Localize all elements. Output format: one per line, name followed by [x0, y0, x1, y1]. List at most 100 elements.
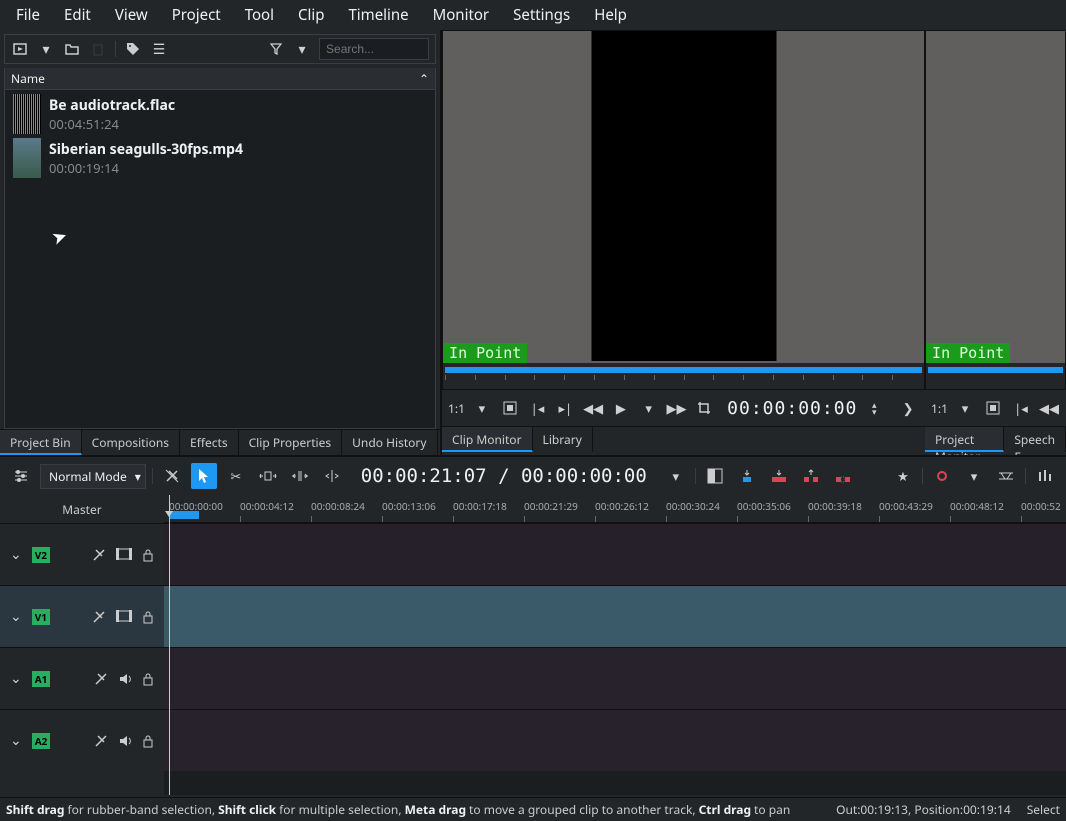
- favorite-icon[interactable]: ★: [890, 463, 916, 489]
- next-icon[interactable]: ❯: [897, 397, 919, 419]
- mute-icon[interactable]: [118, 672, 132, 686]
- menu-edit[interactable]: Edit: [52, 0, 103, 30]
- spinner-icon[interactable]: ▴▾: [863, 397, 885, 419]
- fullscreen-icon[interactable]: [982, 397, 1004, 419]
- tab-effects[interactable]: Effects: [180, 430, 239, 455]
- menu-settings[interactable]: Settings: [501, 0, 582, 30]
- tab-clip-properties[interactable]: Clip Properties: [239, 430, 343, 455]
- timeline-settings-icon[interactable]: [8, 463, 34, 489]
- ratio-label[interactable]: 1:1: [448, 397, 465, 419]
- menu-help[interactable]: Help: [582, 0, 639, 30]
- track-v2[interactable]: [164, 523, 1066, 585]
- master-label[interactable]: Master: [0, 495, 164, 523]
- crop-icon[interactable]: [693, 397, 715, 419]
- dropdown-icon[interactable]: ▾: [954, 397, 976, 419]
- search-input[interactable]: [319, 38, 429, 60]
- delete-icon[interactable]: [89, 40, 107, 58]
- go-start-icon[interactable]: |◂: [1010, 397, 1032, 419]
- visible-icon[interactable]: [116, 610, 132, 624]
- track-a2[interactable]: [164, 709, 1066, 771]
- effects-icon[interactable]: [94, 734, 108, 748]
- monitor-ruler[interactable]: [926, 363, 1065, 389]
- dropdown-icon[interactable]: ▾: [471, 397, 493, 419]
- forward-icon[interactable]: ▶▶: [666, 397, 688, 419]
- clip-monitor[interactable]: In Point: [442, 30, 925, 390]
- lift-icon[interactable]: [830, 463, 856, 489]
- effects-icon[interactable]: [92, 610, 106, 624]
- sort-icon[interactable]: ⌃: [419, 70, 429, 87]
- fit-tool-icon[interactable]: [287, 463, 313, 489]
- list-icon[interactable]: ☰: [150, 40, 168, 58]
- select-tool-icon[interactable]: [191, 463, 217, 489]
- audio-mixer-icon[interactable]: [1032, 463, 1058, 489]
- lock-icon[interactable]: [142, 610, 154, 624]
- insert-icon[interactable]: [734, 463, 760, 489]
- timeline-tracks[interactable]: 00:00:00:0000:00:04:1200:00:08:2400:00:1…: [164, 495, 1066, 795]
- dropdown-icon[interactable]: ▾: [293, 40, 311, 58]
- dropdown-icon[interactable]: ▾: [37, 40, 55, 58]
- menu-view[interactable]: View: [103, 0, 160, 30]
- lock-icon[interactable]: [142, 548, 154, 562]
- lock-icon[interactable]: [142, 734, 154, 748]
- spacer-tool-icon[interactable]: [255, 463, 281, 489]
- track-header-a2[interactable]: ⌄ A2: [0, 709, 164, 771]
- add-clip-icon[interactable]: [11, 40, 29, 58]
- edit-mode-select[interactable]: Normal Mode: [40, 464, 146, 489]
- overwrite-icon[interactable]: [766, 463, 792, 489]
- menu-file[interactable]: File: [4, 0, 52, 30]
- monitor-ruler[interactable]: [443, 363, 924, 389]
- record-icon[interactable]: [929, 463, 955, 489]
- timeline-position[interactable]: 00:00:21:07 / 00:00:00:00: [361, 465, 647, 487]
- dropdown-icon[interactable]: ▾: [663, 463, 689, 489]
- tab-compositions[interactable]: Compositions: [82, 430, 180, 455]
- track-v1[interactable]: [164, 585, 1066, 647]
- tab-library[interactable]: Library: [533, 427, 593, 452]
- disable-effects-icon[interactable]: [159, 463, 185, 489]
- dropdown-icon[interactable]: ▾: [638, 397, 660, 419]
- tab-clip-monitor[interactable]: Clip Monitor: [442, 427, 532, 452]
- track-header-v2[interactable]: ⌄ V2: [0, 523, 164, 585]
- rewind-icon[interactable]: ◀◀: [1038, 397, 1060, 419]
- zone-bar[interactable]: [169, 511, 199, 519]
- expand-icon[interactable]: ⌄: [10, 607, 22, 626]
- expand-icon[interactable]: ⌄: [10, 731, 22, 750]
- expand-icon[interactable]: ⌄: [10, 669, 22, 688]
- visible-icon[interactable]: [116, 548, 132, 562]
- ratio-label[interactable]: 1:1: [931, 397, 948, 419]
- extract-icon[interactable]: [798, 463, 824, 489]
- ripple-tool-icon[interactable]: [319, 463, 345, 489]
- mute-icon[interactable]: [118, 734, 132, 748]
- lock-icon[interactable]: [142, 672, 154, 686]
- project-monitor[interactable]: In Point: [925, 30, 1066, 390]
- timeline-ruler[interactable]: 00:00:00:0000:00:04:1200:00:08:2400:00:1…: [164, 495, 1066, 523]
- tab-project-monitor[interactable]: Project Monitor: [925, 427, 1004, 452]
- folder-icon[interactable]: [63, 40, 81, 58]
- preview-icon[interactable]: [993, 463, 1019, 489]
- menu-project[interactable]: Project: [160, 0, 233, 30]
- effects-icon[interactable]: [92, 548, 106, 562]
- mix-icon[interactable]: [702, 463, 728, 489]
- list-item[interactable]: Siberian seagulls-30fps.mp4 00:00:19:14: [7, 136, 433, 180]
- filter-icon[interactable]: [267, 40, 285, 58]
- playhead[interactable]: [169, 495, 170, 795]
- tag-icon[interactable]: [124, 40, 142, 58]
- track-header-v1[interactable]: ⌄ V1: [0, 585, 164, 647]
- bin-list[interactable]: Be audiotrack.flac 00:04:51:24 Siberian …: [4, 90, 436, 429]
- menu-monitor[interactable]: Monitor: [421, 0, 502, 30]
- tab-project-bin[interactable]: Project Bin: [0, 430, 82, 455]
- timecode[interactable]: 00:00:00:00: [727, 398, 857, 419]
- menu-tool[interactable]: Tool: [233, 0, 286, 30]
- menu-timeline[interactable]: Timeline: [336, 0, 420, 30]
- expand-icon[interactable]: ⌄: [10, 545, 22, 564]
- track-header-a1[interactable]: ⌄ A1: [0, 647, 164, 709]
- go-start-icon[interactable]: |◂: [527, 397, 549, 419]
- go-end-icon[interactable]: ▸|: [554, 397, 576, 419]
- effects-icon[interactable]: [94, 672, 108, 686]
- razor-tool-icon[interactable]: ✂: [223, 463, 249, 489]
- fullscreen-icon[interactable]: [499, 397, 521, 419]
- list-item[interactable]: Be audiotrack.flac 00:04:51:24: [7, 92, 433, 136]
- menu-clip[interactable]: Clip: [286, 0, 336, 30]
- play-icon[interactable]: ▶: [610, 397, 632, 419]
- rewind-icon[interactable]: ◀◀: [582, 397, 604, 419]
- bin-column-header[interactable]: Name ⌃: [4, 68, 436, 90]
